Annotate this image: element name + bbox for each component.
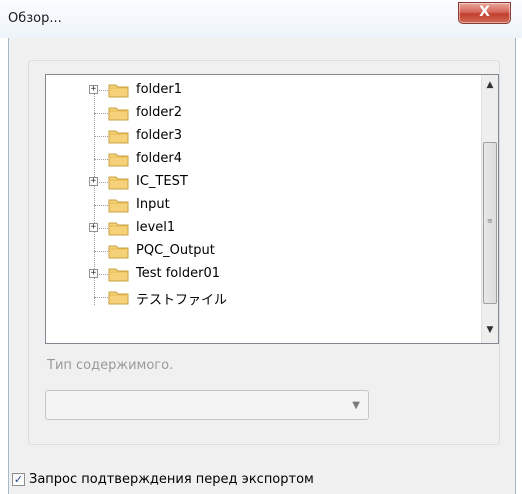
- folder-icon: [108, 199, 129, 213]
- confirm-export-label[interactable]: Запрос подтверждения перед экспортом: [29, 472, 314, 487]
- folder-icon: [108, 222, 129, 236]
- folder-tree[interactable]: + folder1 folder2 folder3 folder4 + IC_T…: [45, 74, 499, 344]
- chevron-down-icon: ▼: [352, 400, 360, 411]
- tree-item-folder2[interactable]: folder2: [46, 102, 476, 125]
- checkmark-icon: ✓: [13, 473, 24, 486]
- content-type-label: Тип содержимого.: [47, 358, 174, 373]
- scroll-thumb[interactable]: ≡: [483, 142, 497, 304]
- tree-item-folder3[interactable]: folder3: [46, 125, 476, 148]
- tree-item-pqc-output[interactable]: PQC_Output: [46, 240, 476, 263]
- tree-item-label: level1: [136, 220, 176, 235]
- tree-item-folder1[interactable]: + folder1: [46, 79, 476, 102]
- close-button[interactable]: X: [458, 2, 511, 24]
- folder-icon: [108, 245, 129, 259]
- tree-item-label: Input: [136, 197, 170, 212]
- scroll-up-icon[interactable]: ▲: [482, 77, 498, 94]
- scroll-down-icon[interactable]: ▼: [482, 322, 498, 339]
- folder-icon: [108, 291, 129, 305]
- tree-item-label: folder4: [136, 151, 183, 166]
- folder-icon: [108, 84, 129, 98]
- expand-icon[interactable]: +: [89, 223, 98, 232]
- tree-item-label: folder2: [136, 105, 183, 120]
- confirm-export-checkbox[interactable]: ✓: [12, 473, 25, 486]
- browse-dialog: Обзор... X + folder1 folder2 folder3 fol: [0, 0, 522, 494]
- tree-item-test-folder01[interactable]: + Test folder01: [46, 263, 476, 286]
- tree-item-test-file[interactable]: テストファイル: [46, 286, 476, 309]
- tree-item-folder4[interactable]: folder4: [46, 148, 476, 171]
- vertical-scrollbar[interactable]: ▲ ≡ ▼: [481, 75, 498, 343]
- expand-icon[interactable]: +: [89, 177, 98, 186]
- folder-icon: [108, 153, 129, 167]
- tree-item-label: テストファイル: [136, 293, 228, 308]
- dialog-title: Обзор...: [8, 11, 62, 26]
- tree-item-ic-test[interactable]: + IC_TEST: [46, 171, 476, 194]
- folder-icon: [108, 130, 129, 144]
- expand-icon[interactable]: +: [89, 85, 98, 94]
- tree-item-label: folder3: [136, 128, 183, 143]
- title-bar[interactable]: Обзор... X: [0, 0, 522, 38]
- grip-icon: ≡: [487, 217, 493, 225]
- folder-icon: [108, 107, 129, 121]
- tree-item-level1[interactable]: + level1: [46, 217, 476, 240]
- tree-item-label: IC_TEST: [136, 174, 188, 189]
- tree-item-label: Test folder01: [136, 266, 221, 281]
- close-icon: X: [479, 4, 490, 20]
- tree-item-label: PQC_Output: [136, 243, 215, 258]
- tree-item-label: folder1: [136, 82, 183, 97]
- expand-icon[interactable]: +: [89, 269, 98, 278]
- folder-icon: [108, 268, 129, 282]
- tree-item-input[interactable]: Input: [46, 194, 476, 217]
- folder-icon: [108, 176, 129, 190]
- content-type-select[interactable]: ▼: [45, 390, 369, 420]
